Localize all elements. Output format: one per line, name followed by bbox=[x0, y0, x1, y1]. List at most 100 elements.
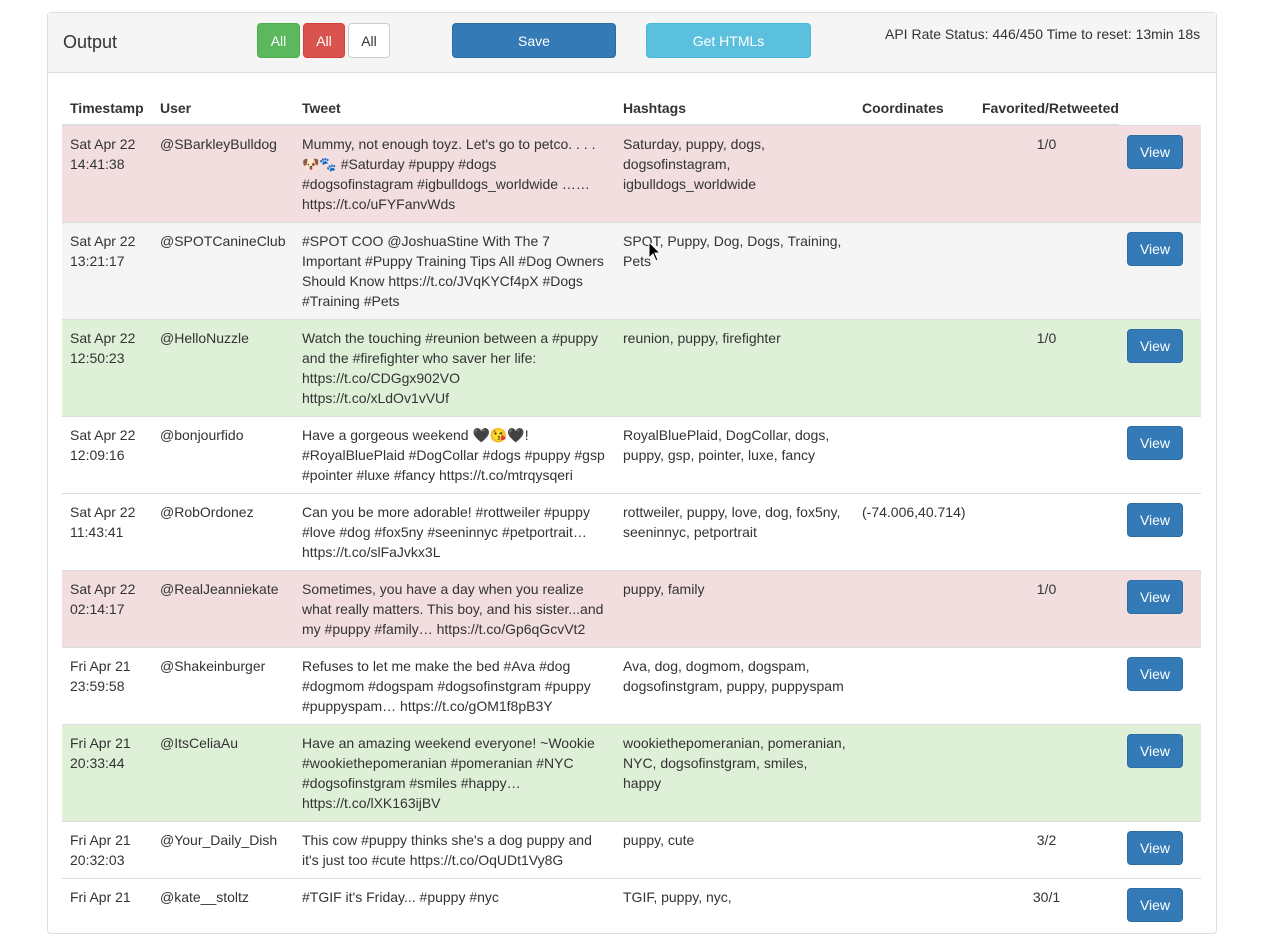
coordinates-cell bbox=[854, 878, 974, 930]
tweet-cell: Refuses to let me make the bed #Ava #dog… bbox=[294, 647, 615, 725]
tweets-table-body: Sat Apr 22 14:41:38 @SBarkleyBulldog Mummy,… bbox=[62, 124, 1201, 930]
timestamp-time: 23:59:58 bbox=[70, 678, 125, 694]
timestamp-date: Sat Apr 22 bbox=[70, 136, 136, 152]
view-button[interactable]: View bbox=[1127, 831, 1183, 865]
view-button[interactable]: View bbox=[1127, 503, 1183, 537]
favorited-retweeted-text: 1/0 bbox=[1036, 581, 1057, 597]
tweet-cell: #SPOT COO @JoshuaStine With The 7 Import… bbox=[294, 222, 615, 320]
tweet-text: This cow #puppy thinks she's a dog puppy… bbox=[302, 832, 592, 868]
user-handle: @SBarkleyBulldog bbox=[160, 136, 277, 152]
tweets-table: Timestamp User Tweet Hashtags Coordinate… bbox=[62, 87, 1201, 930]
user-handle: @ItsCeliaAu bbox=[160, 735, 239, 751]
timestamp-cell: Sat Apr 22 13:21:17 bbox=[62, 222, 152, 320]
timestamp-date: Fri Apr 21 bbox=[70, 889, 131, 905]
user-cell: @SBarkleyBulldog bbox=[152, 124, 294, 223]
hashtags-text: puppy, cute bbox=[623, 832, 695, 848]
actions-cell: View bbox=[1119, 222, 1201, 320]
user-cell: @Shakeinburger bbox=[152, 647, 294, 725]
table-row: Fri Apr 21 @kate__stoltz #TGIF it's Friday… bbox=[62, 878, 1201, 930]
view-button[interactable]: View bbox=[1127, 580, 1183, 614]
view-button[interactable]: View bbox=[1127, 426, 1183, 460]
user-cell: @Your_Daily_Dish bbox=[152, 821, 294, 879]
user-cell: @RealJeanniekate bbox=[152, 570, 294, 648]
view-button[interactable]: View bbox=[1127, 888, 1183, 922]
fav-cell bbox=[974, 724, 1119, 822]
tweet-text: Sometimes, you have a day when you reali… bbox=[302, 581, 604, 637]
timestamp-time: 13:21:17 bbox=[70, 253, 125, 269]
timestamp-time: 20:32:03 bbox=[70, 852, 125, 868]
fav-cell bbox=[974, 647, 1119, 725]
timestamp-cell: Fri Apr 21 23:59:58 bbox=[62, 647, 152, 725]
mouse-cursor-icon bbox=[648, 241, 662, 262]
timestamp-date: Sat Apr 22 bbox=[70, 581, 136, 597]
filter-all-button[interactable]: All bbox=[348, 23, 390, 58]
view-button[interactable]: View bbox=[1127, 734, 1183, 768]
view-button[interactable]: View bbox=[1127, 232, 1183, 266]
favorited-retweeted-text: 1/0 bbox=[1036, 330, 1057, 346]
actions-cell: View bbox=[1119, 647, 1201, 725]
panel-heading: Output All All All Save Get HTMLs API Ra… bbox=[48, 13, 1216, 73]
table-row: Fri Apr 21 23:59:58 @Shakeinburger Refuses … bbox=[62, 647, 1201, 725]
table-row: Sat Apr 22 02:14:17 @RealJeanniekate Someti… bbox=[62, 570, 1201, 648]
favorited-retweeted-text: 30/1 bbox=[1032, 889, 1061, 905]
user-handle: @Shakeinburger bbox=[160, 658, 266, 674]
actions-cell: View bbox=[1119, 724, 1201, 822]
header-actions bbox=[1119, 87, 1201, 125]
user-handle: @RealJeanniekate bbox=[160, 581, 279, 597]
coordinates-cell bbox=[854, 724, 974, 822]
get-htmls-button[interactable]: Get HTMLs bbox=[646, 23, 811, 58]
user-handle: @RobOrdonez bbox=[160, 504, 254, 520]
panel-title: Output bbox=[63, 32, 118, 52]
timestamp-time: 12:09:16 bbox=[70, 447, 125, 463]
fav-cell: 1/0 bbox=[974, 570, 1119, 648]
tweet-cell: Have a gorgeous weekend 🖤😘🖤! #RoyalBlueP… bbox=[294, 416, 615, 494]
hashtags-cell: reunion, puppy, firefighter bbox=[615, 319, 854, 417]
fav-cell: 3/2 bbox=[974, 821, 1119, 879]
tweet-text: Watch the touching #reunion between a #p… bbox=[302, 330, 599, 406]
user-cell: @bonjourfido bbox=[152, 416, 294, 494]
timestamp-cell: Sat Apr 22 11:43:41 bbox=[62, 493, 152, 571]
tweet-text: #SPOT COO @JoshuaStine With The 7 Import… bbox=[302, 233, 604, 309]
api-rate-status: API Rate Status: 446/450 Time to reset: … bbox=[885, 26, 1201, 42]
timestamp-cell: Sat Apr 22 12:09:16 bbox=[62, 416, 152, 494]
timestamp-cell: Sat Apr 22 14:41:38 bbox=[62, 124, 152, 223]
timestamp-cell: Sat Apr 22 12:50:23 bbox=[62, 319, 152, 417]
hashtags-text: puppy, family bbox=[623, 581, 705, 597]
favorited-retweeted-text: 1/0 bbox=[1036, 136, 1057, 152]
save-button[interactable]: Save bbox=[452, 23, 616, 58]
coordinates-cell bbox=[854, 821, 974, 879]
header-tweet: Tweet bbox=[294, 87, 615, 126]
tweet-cell: Watch the touching #reunion between a #p… bbox=[294, 319, 615, 417]
coordinates-cell bbox=[854, 647, 974, 725]
timestamp-time: 20:33:44 bbox=[70, 755, 125, 771]
tweet-cell: Mummy, not enough toyz. Let's go to petc… bbox=[294, 124, 615, 223]
tweet-cell: Sometimes, you have a day when you reali… bbox=[294, 570, 615, 648]
hashtags-cell: TGIF, puppy, nyc, bbox=[615, 878, 854, 930]
hashtags-cell: SPOT, Puppy, Dog, Dogs, Training, Pets bbox=[615, 222, 854, 320]
filter-all-favorited-button[interactable]: All bbox=[257, 23, 300, 58]
hashtags-text: RoyalBluePlaid, DogCollar, dogs, puppy, … bbox=[623, 427, 830, 463]
timestamp-cell: Fri Apr 21 bbox=[62, 878, 152, 930]
table-row: Fri Apr 21 20:33:44 @ItsCeliaAu Have an ama… bbox=[62, 724, 1201, 822]
hashtags-text: wookiethepomeranian, pomeranian, NYC, do… bbox=[623, 735, 846, 791]
timestamp-date: Fri Apr 21 bbox=[70, 832, 131, 848]
view-button[interactable]: View bbox=[1127, 134, 1183, 169]
filter-all-retweeted-button[interactable]: All bbox=[303, 23, 345, 58]
hashtags-cell: puppy, family bbox=[615, 570, 854, 648]
actions-cell: View bbox=[1119, 570, 1201, 648]
coordinates-cell bbox=[854, 222, 974, 320]
tweet-cell: This cow #puppy thinks she's a dog puppy… bbox=[294, 821, 615, 879]
hashtags-cell: puppy, cute bbox=[615, 821, 854, 879]
hashtags-text: Ava, dog, dogmom, dogspam, dogsofinstgra… bbox=[623, 658, 844, 694]
user-handle: @HelloNuzzle bbox=[160, 330, 249, 346]
view-button[interactable]: View bbox=[1127, 657, 1183, 691]
hashtags-cell: RoyalBluePlaid, DogCollar, dogs, puppy, … bbox=[615, 416, 854, 494]
fav-cell: 1/0 bbox=[974, 124, 1119, 223]
timestamp-date: Sat Apr 22 bbox=[70, 330, 136, 346]
view-button[interactable]: View bbox=[1127, 329, 1183, 363]
timestamp-cell: Sat Apr 22 02:14:17 bbox=[62, 570, 152, 648]
timestamp-date: Sat Apr 22 bbox=[70, 504, 136, 520]
table-row: Sat Apr 22 12:09:16 @bonjourfido Have a gor… bbox=[62, 416, 1201, 494]
coordinates-cell bbox=[854, 570, 974, 648]
user-handle: @SPOTCanineClub bbox=[160, 233, 286, 249]
